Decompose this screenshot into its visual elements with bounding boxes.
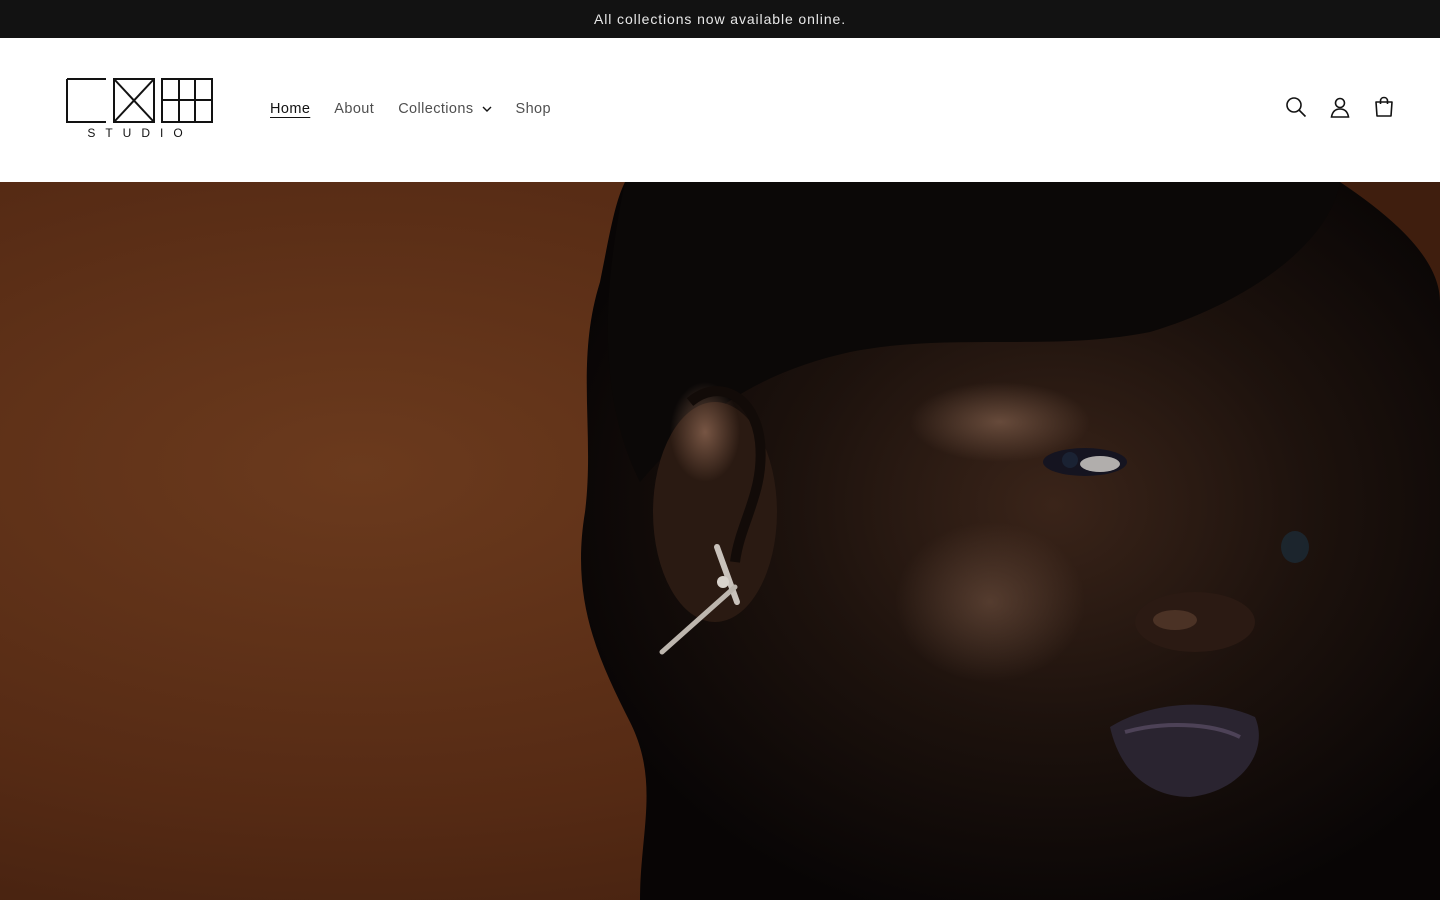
site-header: STUDIO Home About Collections Shop [0, 38, 1440, 182]
nav-about[interactable]: About [322, 97, 386, 121]
nav-collections[interactable]: Collections [386, 97, 503, 121]
main-nav: Home About Collections Shop [258, 96, 563, 122]
search-button[interactable] [1284, 94, 1308, 120]
nav-about-label: About [334, 101, 375, 117]
nav-collections-label: Collections [398, 101, 474, 117]
cart-button[interactable] [1372, 94, 1396, 120]
nav-shop-label: Shop [515, 101, 551, 117]
nav-shop[interactable]: Shop [504, 97, 563, 121]
logo-text: STUDIO [87, 126, 192, 140]
account-button[interactable] [1328, 94, 1352, 120]
announcement-text: All collections now available online. [594, 11, 846, 27]
search-icon [1286, 97, 1307, 118]
header-icons [1284, 94, 1396, 120]
brand-logo[interactable]: STUDIO [64, 76, 216, 142]
cart-icon [1375, 96, 1393, 117]
announcement-bar: All collections now available online. [0, 0, 1440, 38]
logo-mark: STUDIO [66, 78, 213, 140]
chevron-down-icon [482, 106, 492, 113]
hero-image [0, 182, 1440, 900]
account-icon [1330, 97, 1350, 118]
hero-banner [0, 182, 1440, 900]
nav-home-label: Home [270, 101, 311, 117]
nav-home[interactable]: Home [258, 97, 322, 121]
